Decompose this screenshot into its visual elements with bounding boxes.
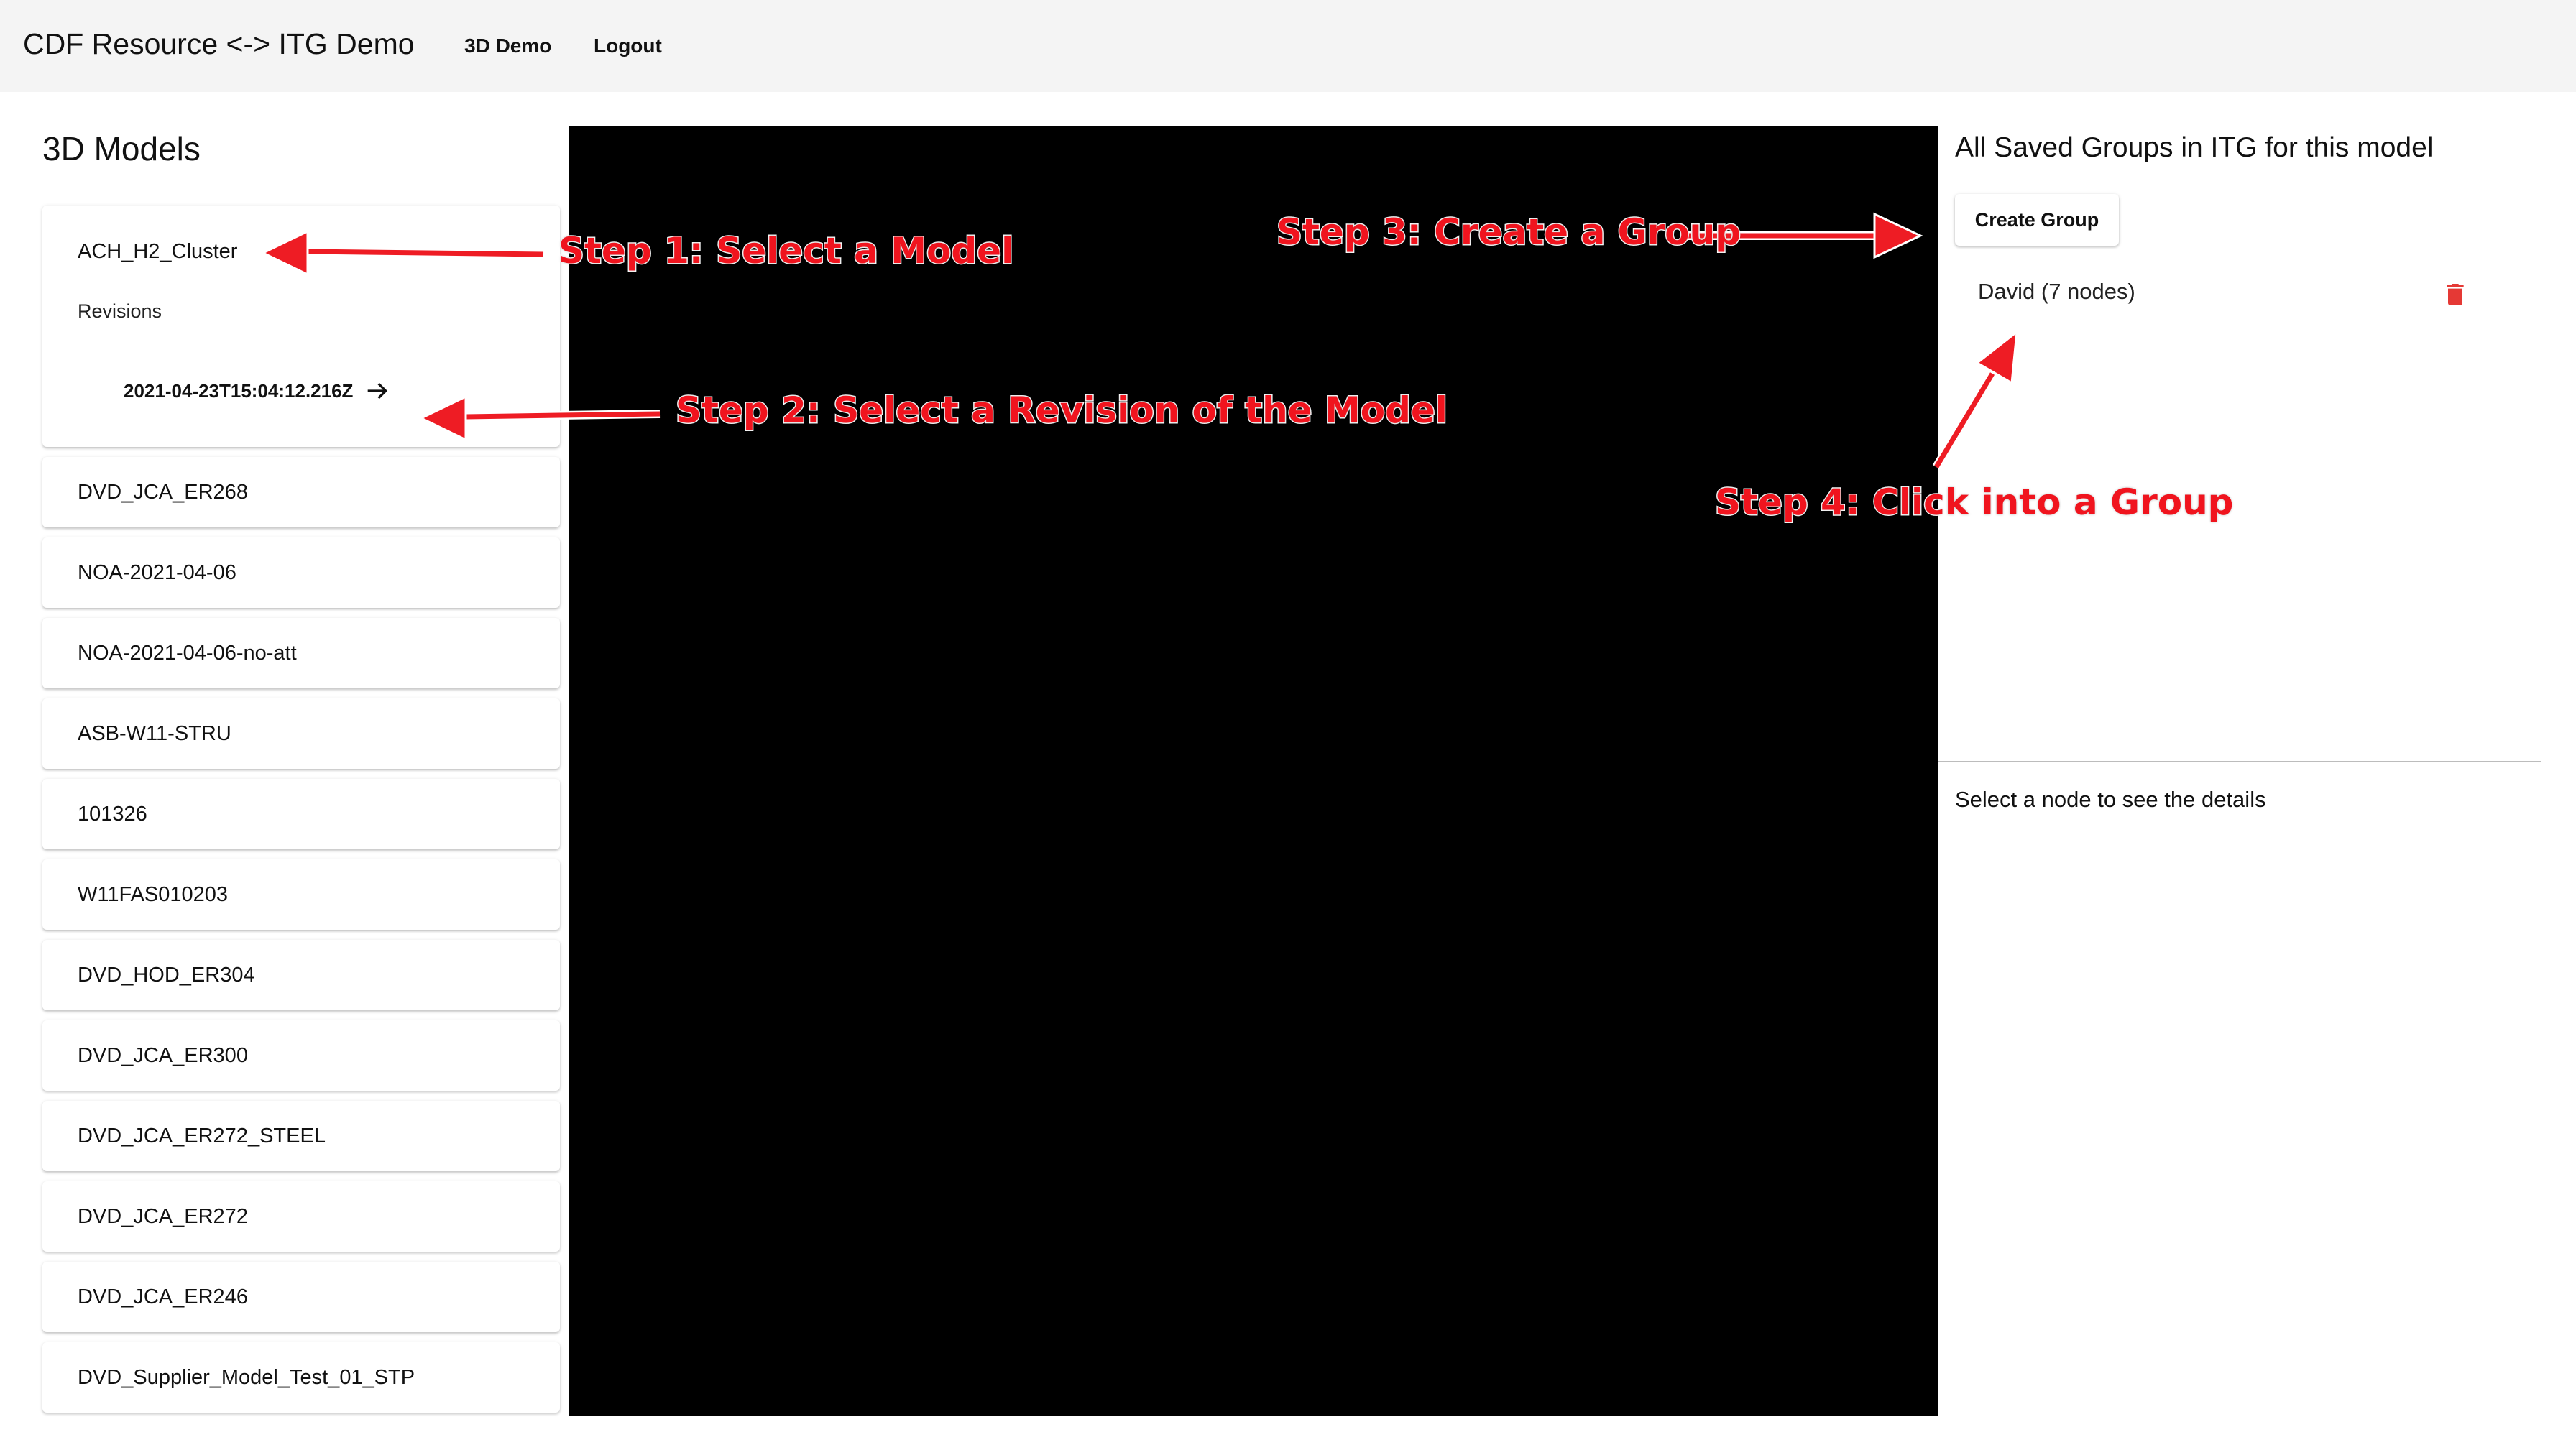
groups-heading: All Saved Groups in ITG for this model (1955, 132, 2434, 163)
model-name: ACH_H2_Cluster (78, 240, 238, 263)
model-name: W11FAS010203 (78, 882, 229, 906)
models-heading: 3D Models (42, 130, 201, 167)
model-name: 101326 (78, 802, 147, 826)
arrow-right-icon (368, 382, 388, 400)
annotation-step3: Step 3: Create a Group (1275, 211, 1742, 254)
model-card[interactable]: DVD_JCA_ER268 (42, 457, 560, 527)
model-card[interactable]: DVD_Supplier_Model_Test_01_STP (42, 1342, 560, 1413)
model-card[interactable]: 101326 (42, 779, 560, 849)
annotation-step4: Step 4: Click into a Group (1714, 481, 2234, 525)
model-name: ASB-W11-STRU (78, 721, 231, 745)
model-card[interactable]: ASB-W11-STRU (42, 698, 560, 769)
model-list: ACH_H2_Cluster Revisions 2021-04-23T15:0… (42, 206, 560, 1423)
model-card[interactable]: NOA-2021-04-06 (42, 537, 560, 608)
trash-icon[interactable] (2441, 279, 2470, 310)
3d-viewer-canvas[interactable] (569, 126, 1938, 1416)
node-details-placeholder: Select a node to see the details (1955, 787, 2266, 812)
model-name: DVD_Supplier_Model_Test_01_STP (78, 1365, 415, 1389)
app-bar: CDF Resource <-> ITG Demo 3D Demo Logout (0, 0, 2576, 92)
app-title: CDF Resource <-> ITG Demo (23, 27, 415, 60)
model-card[interactable]: DVD_JCA_ER246 (42, 1262, 560, 1332)
arrow-step4 (1932, 329, 2018, 470)
group-item[interactable]: David (7 nodes) (1955, 273, 2487, 316)
model-name: DVD_JCA_ER272_STEEL (78, 1124, 326, 1147)
nav-3d-demo[interactable]: 3D Demo (464, 34, 551, 57)
revision-item[interactable]: 2021-04-23T15:04:12.216Z (124, 377, 392, 405)
model-card[interactable]: DVD_HOD_ER304 (42, 940, 560, 1010)
model-name: DVD_JCA_ER246 (78, 1285, 248, 1308)
model-card[interactable]: DVD_JCA_ER272 (42, 1181, 560, 1252)
model-name: NOA-2021-04-06-no-att (78, 641, 297, 665)
create-group-button[interactable]: Create Group (1955, 194, 2119, 246)
revision-timestamp: 2021-04-23T15:04:12.216Z (124, 379, 354, 402)
nav-logout[interactable]: Logout (594, 34, 662, 57)
model-card[interactable]: DVD_JCA_ER272_STEEL (42, 1101, 560, 1171)
annotation-step2: Step 2: Select a Revision of the Model (675, 389, 1449, 433)
model-card[interactable]: W11FAS010203 (42, 859, 560, 930)
model-card-selected[interactable]: ACH_H2_Cluster Revisions 2021-04-23T15:0… (42, 206, 560, 447)
model-name: DVD_JCA_ER272 (78, 1204, 248, 1228)
model-name: DVD_HOD_ER304 (78, 963, 255, 987)
model-card[interactable]: NOA-2021-04-06-no-att (42, 618, 560, 688)
model-name: DVD_JCA_ER300 (78, 1043, 248, 1067)
model-name: DVD_JCA_ER268 (78, 480, 248, 504)
panel-divider (1938, 761, 2542, 762)
model-name: NOA-2021-04-06 (78, 560, 236, 584)
group-label: David (7 nodes) (1978, 279, 2135, 304)
annotation-step1: Step 1: Select a Model (557, 229, 1014, 273)
model-card[interactable]: DVD_JCA_ER300 (42, 1020, 560, 1091)
revisions-label: Revisions (78, 300, 162, 322)
